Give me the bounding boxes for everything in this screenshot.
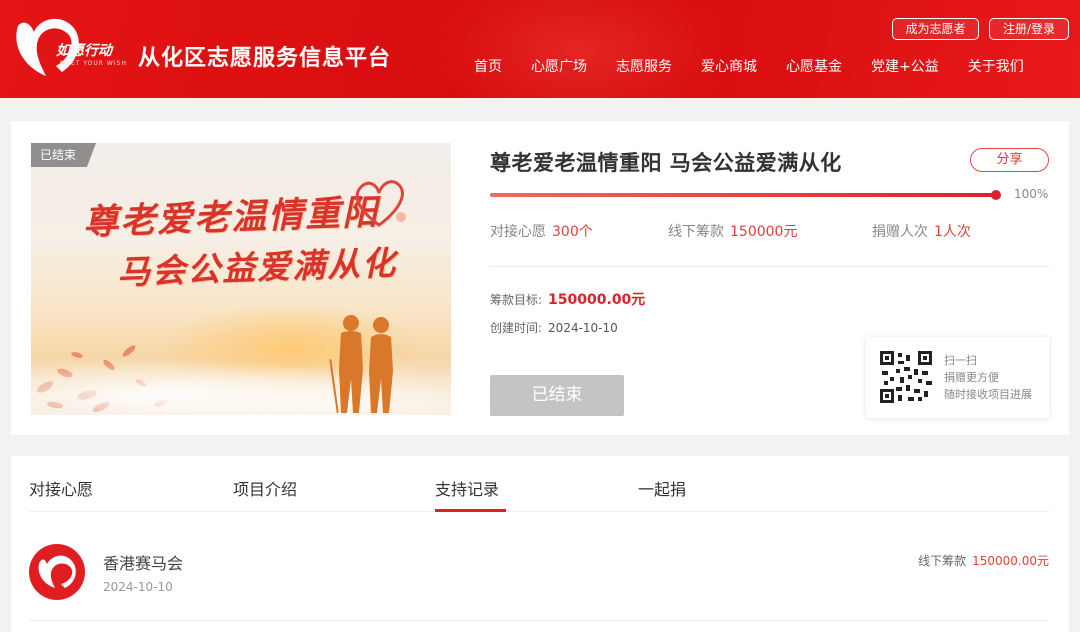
stat-label: 捐赠人次 [872, 224, 928, 240]
logo-subtitle: MEET YOUR WISH [60, 60, 127, 67]
become-volunteer-button[interactable]: 成为志愿者 [892, 18, 979, 40]
header-glow [430, 0, 730, 98]
stat-donation-count: 捐赠人次 1人次 [872, 221, 971, 241]
nav-about-us[interactable]: 关于我们 [968, 56, 1024, 76]
project-ended-button[interactable]: 已结束 [490, 375, 624, 416]
site-title: 从化区志愿服务信息平台 [138, 46, 392, 71]
register-login-button[interactable]: 注册/登录 [989, 18, 1069, 40]
avatar [29, 544, 85, 600]
tab-project-intro[interactable]: 项目介绍 [233, 476, 297, 500]
status-badge-ended: 已结束 [31, 143, 97, 167]
project-detail-section: 对接心愿 项目介绍 支持记录 一起捐 香港赛马会 2024-10-10 线下筹款… [11, 456, 1069, 632]
logo-icon [38, 555, 76, 588]
divider [29, 620, 1049, 621]
tab-donate-together[interactable]: 一起捐 [638, 476, 686, 500]
amount-value: 150000.00元 [972, 554, 1049, 568]
tab-bar: 对接心愿 项目介绍 支持记录 一起捐 [29, 456, 1049, 512]
nav-wish-fund[interactable]: 心愿基金 [786, 56, 842, 76]
stat-value: 150000元 [730, 224, 798, 240]
donation-amount: 线下筹款 150000.00元 [918, 552, 1049, 569]
divider [490, 266, 1049, 267]
qr-caption-line: 随时接收项目进展 [944, 388, 1032, 401]
heart-icon [355, 180, 406, 227]
stat-value: 300个 [552, 224, 593, 240]
progress-percentage: 100% [1014, 187, 1049, 201]
banner-headline-2: 马会公益爱满从化 [116, 243, 398, 292]
created-value: 2024-10-10 [548, 321, 618, 335]
goal-value: 150000.00元 [548, 292, 646, 308]
qr-code-panel: 扫一扫 捐赠更方便 随时接收项目进展 [866, 337, 1049, 418]
banner-headline-1: 尊老爱老温情重阳 [82, 191, 380, 244]
nav-wish-square[interactable]: 心愿广场 [531, 56, 587, 76]
stat-offline-fundraising: 线下筹款 150000元 [668, 221, 797, 241]
progress-bar [490, 193, 998, 197]
site-header: 如愿行动 MEET YOUR WISH 从化区志愿服务信息平台 成为志愿者 注册… [0, 0, 1080, 98]
project-title: 尊老爱老温情重阳 马会公益爱满从化 [490, 151, 842, 175]
qr-code-icon [880, 351, 932, 403]
fundraising-goal: 筹款目标: 150000.00元 [490, 289, 645, 309]
stat-matched-wishes: 对接心愿 300个 [490, 221, 593, 241]
progress-bar-knob [991, 190, 1001, 200]
list-item: 香港赛马会 2024-10-10 线下筹款 150000.00元 [29, 544, 1049, 604]
active-tab-indicator [435, 509, 506, 512]
stat-value: 1人次 [934, 224, 971, 240]
progress-bar-fill [490, 193, 998, 197]
stat-label: 线下筹款 [668, 224, 724, 240]
logo-text: 如愿行动 [56, 43, 112, 59]
project-banner-image: 尊老爱老温情重阳 马会公益爱满从化 已结束 [31, 143, 451, 415]
amount-label: 线下筹款 [918, 554, 967, 568]
qr-caption-line: 扫一扫 [944, 354, 977, 367]
main-nav: 首页 心愿广场 志愿服务 爱心商城 心愿基金 党建+公益 关于我们 [474, 56, 1024, 76]
created-time: 创建时间: 2024-10-10 [490, 319, 618, 336]
qr-caption: 扫一扫 捐赠更方便 随时接收项目进展 [944, 352, 1032, 403]
tab-support-records[interactable]: 支持记录 [435, 476, 499, 500]
nav-volunteer-service[interactable]: 志愿服务 [616, 56, 672, 76]
qr-caption-line: 捐赠更方便 [944, 371, 999, 384]
stat-label: 对接心愿 [490, 224, 546, 240]
elderly-couple-illustration [329, 315, 393, 413]
created-label: 创建时间: [490, 321, 543, 335]
goal-label: 筹款目标: [490, 293, 543, 307]
share-button[interactable]: 分享 [970, 148, 1049, 172]
nav-home[interactable]: 首页 [474, 56, 502, 76]
tab-matched-wishes[interactable]: 对接心愿 [29, 476, 93, 500]
nav-charity-mall[interactable]: 爱心商城 [701, 56, 757, 76]
project-card: 尊老爱老温情重阳 马会公益爱满从化 已结束 尊老爱老温情重阳 马会公益爱满从化 … [11, 121, 1069, 435]
donation-date: 2024-10-10 [103, 580, 173, 594]
nav-party-charity[interactable]: 党建+公益 [871, 56, 939, 76]
donor-name: 香港赛马会 [103, 554, 184, 573]
